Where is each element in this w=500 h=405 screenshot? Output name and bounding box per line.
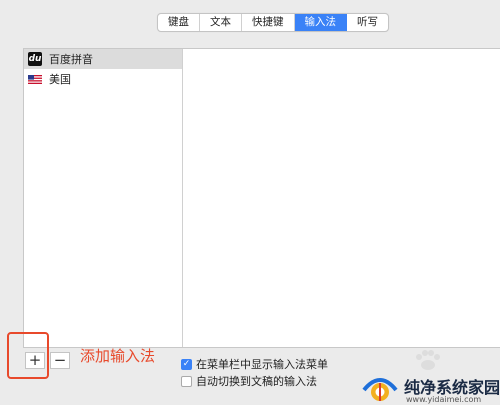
watermark-logo-icon (362, 378, 398, 401)
annotation-highlight-box (7, 332, 49, 379)
checkbox-unchecked-icon[interactable] (181, 375, 192, 387)
list-item-label: 美国 (49, 73, 71, 86)
watermark-url: www.yidaimei.com (406, 395, 482, 404)
tab-dictation[interactable]: 听写 (347, 14, 388, 31)
show-input-menu-option[interactable]: ✓ 在菜单栏中显示输入法菜单 (181, 356, 328, 372)
list-item-baidu-pinyin[interactable]: du 百度拼音 (24, 49, 182, 69)
tab-text[interactable]: 文本 (200, 14, 242, 31)
tab-input-sources[interactable]: 输入法 (294, 14, 347, 31)
input-source-detail (183, 49, 500, 347)
option-label: 在菜单栏中显示输入法菜单 (196, 358, 328, 371)
list-item-label: 百度拼音 (49, 53, 93, 66)
tab-shortcuts[interactable]: 快捷键 (242, 14, 295, 31)
remove-input-source-button[interactable]: − (50, 352, 70, 369)
input-sources-panel: du 百度拼音 美国 (23, 48, 500, 348)
tab-keyboard[interactable]: 键盘 (158, 14, 200, 31)
input-source-list[interactable]: du 百度拼音 美国 (24, 49, 183, 347)
annotation-text: 添加输入法 (80, 347, 156, 365)
tab-bar: 键盘 文本 快捷键 输入法 听写 (157, 13, 389, 32)
baidu-du-icon: du (28, 52, 42, 66)
list-item-us[interactable]: 美国 (24, 69, 182, 89)
auto-switch-option[interactable]: 自动切换到文稿的输入法 (181, 373, 317, 389)
paw-watermark-icon (416, 350, 440, 370)
us-flag-icon (28, 74, 42, 84)
option-label: 自动切换到文稿的输入法 (196, 375, 317, 388)
checkbox-checked-icon[interactable]: ✓ (181, 358, 192, 370)
